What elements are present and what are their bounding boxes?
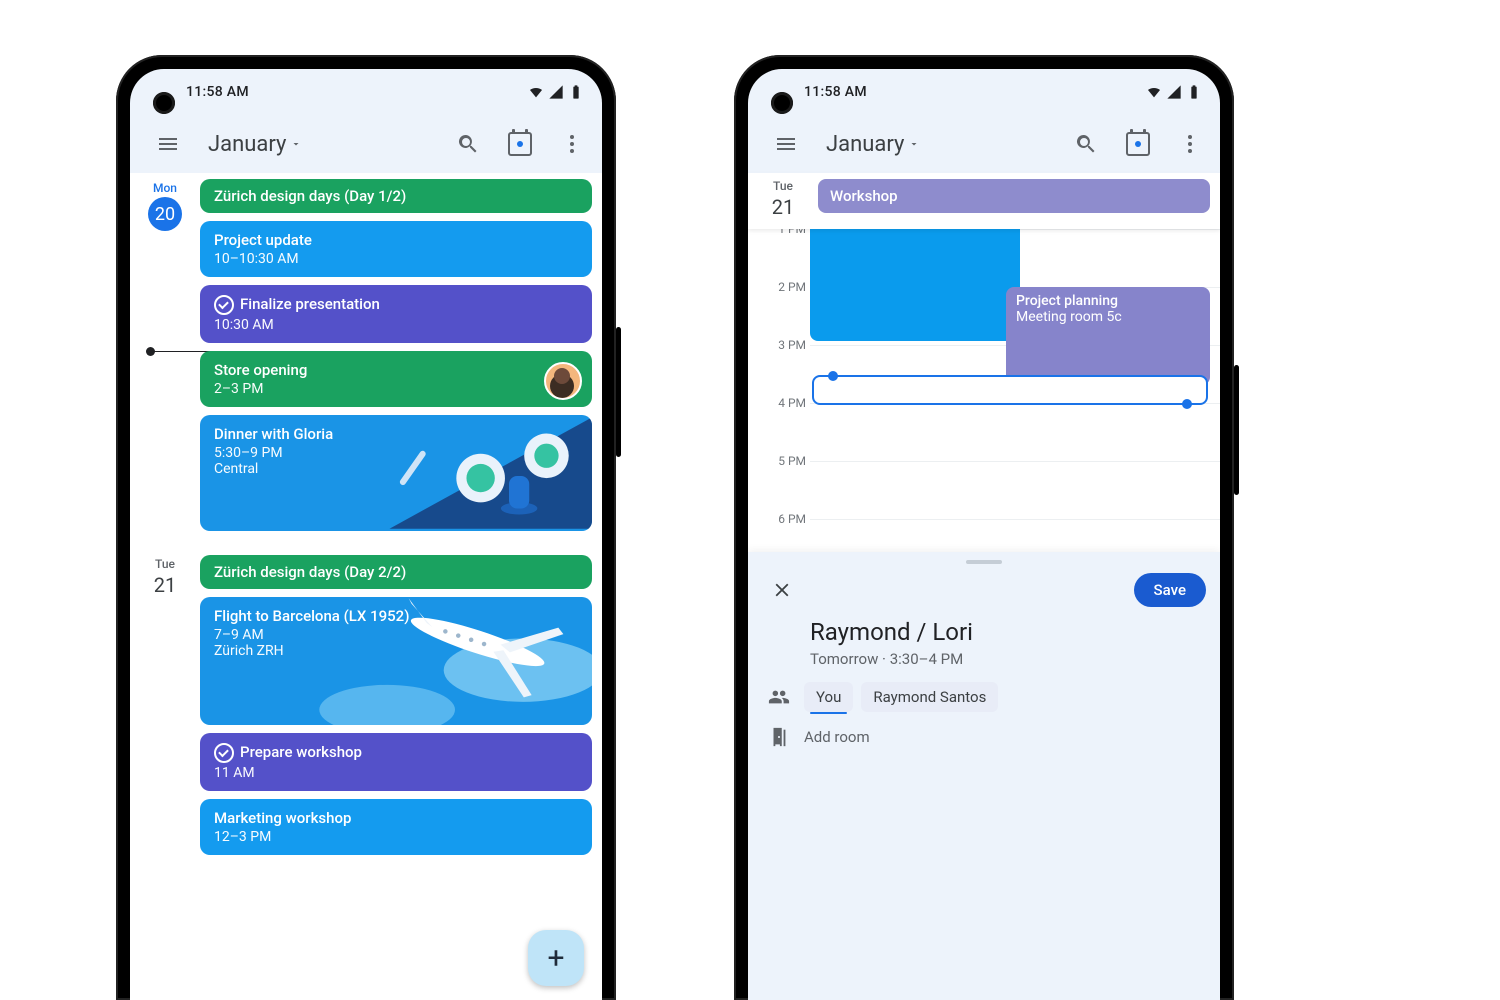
wifi-icon (1146, 84, 1162, 100)
event-chip[interactable]: Zürich design days (Day 2/2) (200, 555, 592, 589)
overflow-icon[interactable] (1168, 122, 1212, 166)
status-time: 11:58 AM (186, 84, 249, 100)
event-chip[interactable]: Zürich design days (Day 1/2) (200, 179, 592, 213)
status-time: 11:58 AM (804, 84, 867, 100)
status-bar: 11:58 AM (748, 69, 1220, 115)
today-icon[interactable] (1116, 122, 1160, 166)
event-chip[interactable]: Project update10–10:30 AM (200, 221, 592, 277)
month-label: January (208, 132, 286, 157)
date-header[interactable]: Tue 21 (130, 549, 200, 863)
resize-handle-icon[interactable] (828, 371, 838, 381)
event-chip-illustrated[interactable]: Flight to Barcelona (LX 1952)7–9 AMZüric… (200, 597, 592, 725)
attendee-chip[interactable]: Raymond Santos (861, 682, 998, 712)
grid-event[interactable]: Project planning Meeting room 5c (1006, 287, 1210, 385)
status-bar: 11:58 AM (130, 69, 602, 115)
battery-icon (1186, 84, 1202, 100)
fab-create[interactable]: + (528, 930, 584, 986)
schedule-list[interactable]: Mon 20 Zürich design days (Day 1/2) Proj… (130, 173, 602, 1000)
search-icon[interactable] (1064, 122, 1108, 166)
app-bar: January (748, 115, 1220, 173)
attendee-chip-you[interactable]: You (804, 682, 853, 712)
date-badge-today: 20 (148, 197, 182, 231)
task-check-icon (214, 295, 234, 315)
hour-label: 3 PM (748, 338, 806, 352)
overflow-icon[interactable] (550, 122, 594, 166)
grid-event[interactable]: Meeting room 4a (810, 229, 1020, 341)
event-title[interactable]: Raymond / Lori (810, 618, 1200, 646)
hour-label: 4 PM (748, 396, 806, 410)
date-header[interactable]: Tue 21 (748, 173, 818, 229)
resize-handle-icon[interactable] (1182, 399, 1192, 409)
close-icon[interactable] (762, 570, 802, 610)
new-event-slot[interactable] (812, 375, 1208, 405)
signal-icon (548, 84, 564, 100)
day-header: Tue 21 Workshop (748, 173, 1220, 229)
event-chip[interactable]: Store opening2–3 PM (200, 351, 592, 407)
month-dropdown[interactable]: January (826, 132, 920, 157)
create-event-sheet: Save Raymond / Lori Tomorrow · 3:30–4 PM… (748, 552, 1220, 1000)
menu-icon[interactable] (146, 122, 190, 166)
date-header[interactable]: Mon 20 (130, 173, 200, 539)
event-time[interactable]: Tomorrow · 3:30–4 PM (810, 650, 1200, 668)
month-dropdown[interactable]: January (208, 132, 302, 157)
hour-label: 5 PM (748, 454, 806, 468)
event-chip-task[interactable]: Prepare workshop11 AM (200, 733, 592, 791)
task-check-icon (214, 743, 234, 763)
phone-schedule-view: 11:58 AM January (116, 55, 616, 1000)
month-label: January (826, 132, 904, 157)
hour-label: 6 PM (748, 512, 806, 526)
add-room-button[interactable]: Add room (804, 728, 870, 746)
phone-day-view: 11:58 AM January (734, 55, 1234, 1000)
people-icon (768, 686, 790, 708)
camera-hole (153, 92, 175, 114)
event-chip[interactable]: Marketing workshop12–3 PM (200, 799, 592, 855)
event-chip-illustrated[interactable]: Dinner with Gloria5:30–9 PMCentral (200, 415, 592, 531)
hour-label: 1 PM (748, 229, 806, 236)
event-chip-task[interactable]: Finalize presentation10:30 AM (200, 285, 592, 343)
battery-icon (568, 84, 584, 100)
chevron-down-icon (290, 138, 302, 150)
allday-event[interactable]: Workshop (818, 179, 1210, 213)
chevron-down-icon (908, 138, 920, 150)
wifi-icon (528, 84, 544, 100)
camera-hole (771, 92, 793, 114)
hour-label: 2 PM (748, 280, 806, 294)
room-icon (768, 726, 790, 748)
save-button[interactable]: Save (1134, 573, 1206, 607)
attendee-avatar (544, 362, 582, 400)
search-icon[interactable] (446, 122, 490, 166)
today-icon[interactable] (498, 122, 542, 166)
app-bar: January (130, 115, 602, 173)
menu-icon[interactable] (764, 122, 808, 166)
signal-icon (1166, 84, 1182, 100)
